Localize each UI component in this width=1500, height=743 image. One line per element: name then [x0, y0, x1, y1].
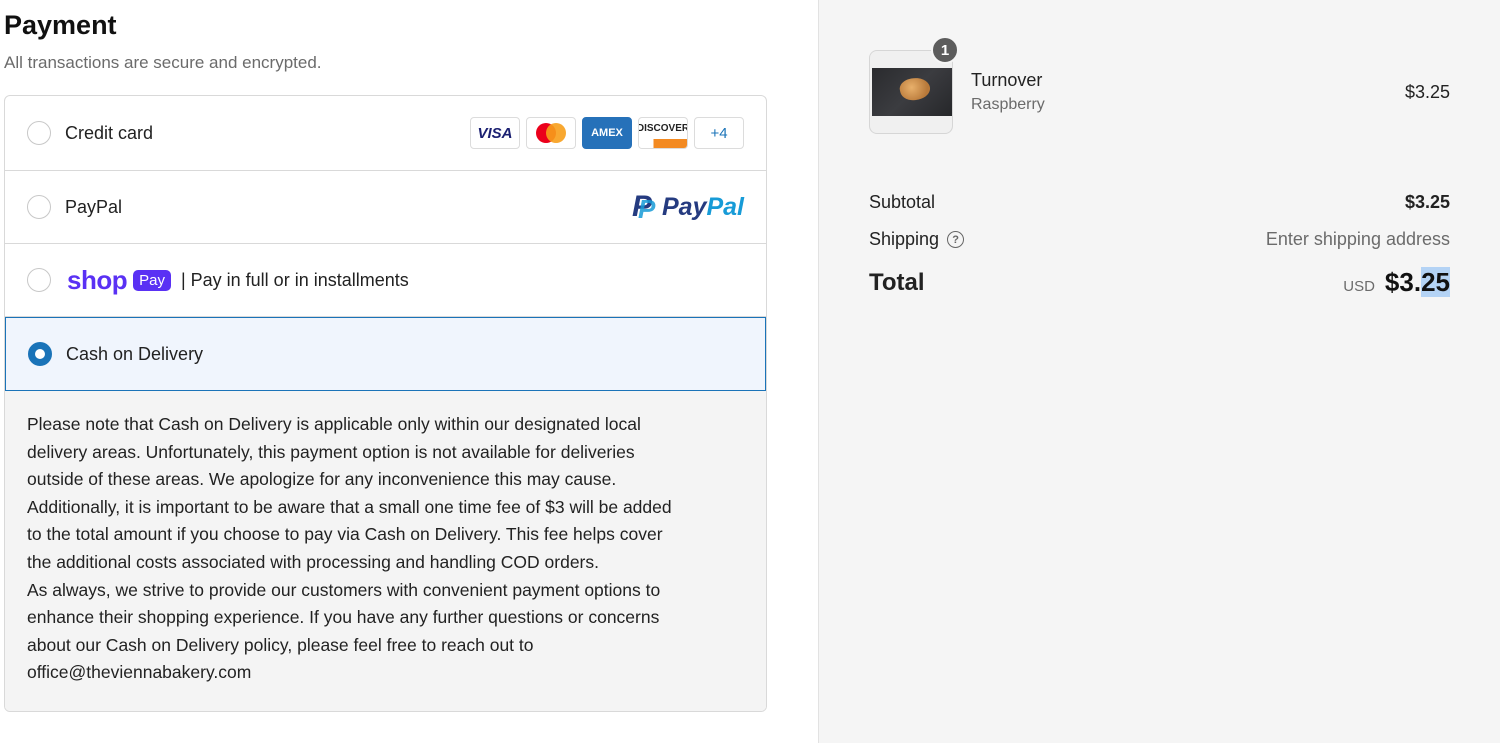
total-label: Total: [869, 269, 925, 296]
credit-card-label: Credit card: [65, 122, 154, 143]
order-summary: 1 Turnover Raspberry $3.25 Subtotal $3.2…: [818, 0, 1500, 743]
total-amount: $3.25: [1384, 267, 1450, 297]
visa-logo: VISA: [470, 117, 520, 149]
shop-pay-label: | Pay in full or in installments: [180, 269, 409, 290]
product-name: Turnover: [971, 70, 1043, 90]
shipping-value: Enter shipping address: [1265, 229, 1450, 249]
shipping-label: Shipping: [869, 229, 940, 249]
payment-title: Payment: [4, 10, 117, 40]
mastercard-logo: [526, 117, 576, 149]
cod-label: Cash on Delivery: [66, 343, 204, 364]
quantity-badge: 1: [931, 36, 959, 64]
product-variant: Raspberry: [971, 96, 1045, 113]
credit-card-radio[interactable]: [27, 121, 51, 145]
currency-code: USD: [1343, 278, 1375, 295]
payment-subtitle: All transactions are secure and encrypte…: [4, 53, 322, 72]
amex-logo: AMEX: [582, 117, 632, 149]
payment-option-shop-pay[interactable]: shop Pay | Pay in full or in installment…: [5, 244, 766, 317]
payment-option-credit-card[interactable]: Credit card VISA AMEX DISCOVER +4: [5, 96, 766, 171]
help-icon[interactable]: ?: [947, 231, 965, 248]
payment-section: Payment All transactions are secure and …: [0, 0, 818, 743]
paypal-p-icon: PP: [631, 190, 656, 224]
payment-option-paypal[interactable]: PayPal PP PayPal: [5, 171, 766, 244]
total-value: USD $3.25: [1343, 267, 1450, 298]
cod-info-text: Please note that Cash on Delivery is app…: [5, 391, 766, 711]
more-cards-badge: +4: [694, 117, 744, 149]
paypal-label: PayPal: [65, 196, 123, 217]
paypal-logo: PP PayPal: [631, 190, 744, 224]
shop-pay-logo: shop Pay | Pay in full or in installment…: [67, 264, 409, 295]
card-logos: VISA AMEX DISCOVER +4: [470, 117, 744, 149]
cod-radio[interactable]: [28, 342, 52, 366]
subtotal-value: $3.25: [1404, 192, 1450, 212]
subtotal-label: Subtotal: [869, 192, 936, 212]
shop-pay-radio[interactable]: [27, 268, 51, 292]
product-price: $3.25: [1404, 82, 1450, 102]
shipping-row: Shipping ?: [869, 229, 965, 250]
paypal-radio[interactable]: [27, 195, 51, 219]
payment-methods: Credit card VISA AMEX DISCOVER +4 PayPal…: [4, 95, 767, 712]
discover-logo: DISCOVER: [638, 117, 688, 149]
contact-email: office@theviennabakery.com: [27, 662, 252, 683]
payment-option-cash-on-delivery[interactable]: Cash on Delivery: [5, 317, 766, 391]
